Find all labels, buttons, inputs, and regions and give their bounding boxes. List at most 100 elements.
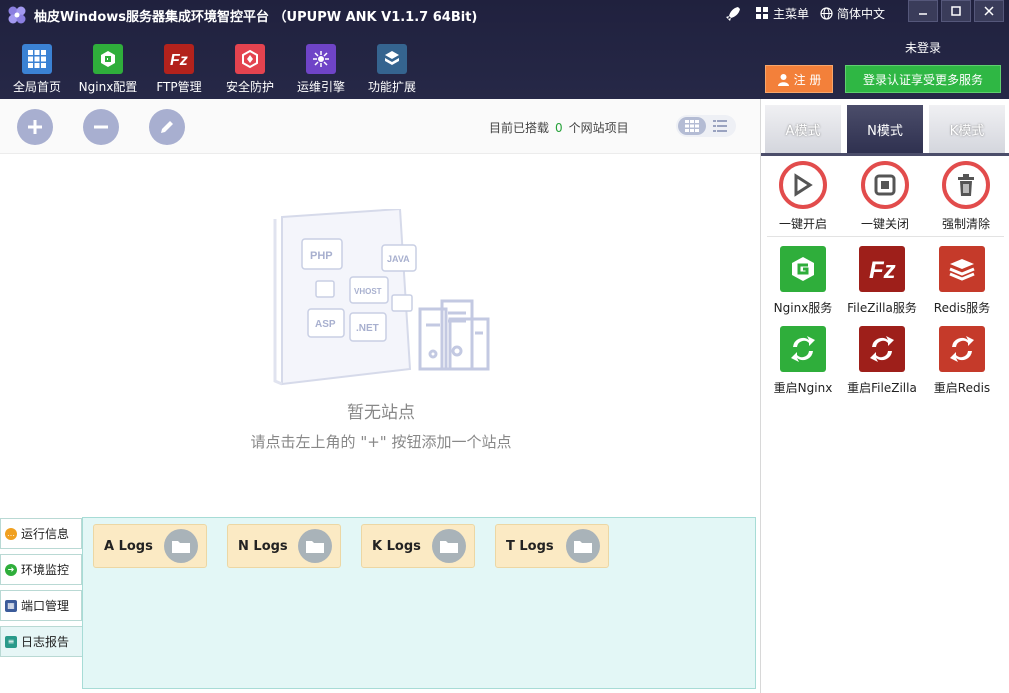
php-label: PHP [310, 250, 333, 262]
mode-strip [761, 153, 1009, 156]
engine-icon [306, 44, 336, 74]
filezilla-icon: Fz [164, 44, 194, 74]
empty-sites-illustration: PHP JAVA VHOST ASP .NET [273, 209, 490, 386]
toolbar-label: FTP管理 [156, 80, 202, 94]
log-label: A Logs [104, 538, 153, 554]
log-label: N Logs [238, 538, 288, 554]
toolbar-extension[interactable]: 功能扩展 [360, 44, 424, 95]
trash-icon [942, 161, 990, 209]
svg-text:Fz: Fz [170, 52, 188, 69]
list-view-button[interactable] [706, 117, 734, 135]
tab-a-mode[interactable]: A模式 [765, 105, 841, 153]
app-logo-icon [8, 6, 26, 24]
language-button[interactable]: 简体中文 [820, 5, 885, 22]
restart-redis-icon [939, 326, 985, 372]
extension-icon [377, 44, 407, 74]
n-logs-button[interactable]: N Logs [227, 524, 341, 568]
control-label: 强制清除 [941, 217, 990, 231]
folder-icon [432, 529, 466, 563]
login-button[interactable]: 登录认证享受更多服务 [845, 65, 1001, 93]
t-logs-button[interactable]: T Logs [495, 524, 609, 568]
tab-k-mode[interactable]: K模式 [929, 105, 1005, 153]
asp-label: ASP [315, 319, 336, 330]
rocket-icon[interactable] [724, 5, 742, 23]
toolbar-engine[interactable]: 运维引擎 [289, 44, 353, 95]
stop-all-button[interactable]: 一键关闭 [845, 161, 925, 232]
toolbar-ftp[interactable]: Fz FTP管理 [147, 44, 211, 95]
folder-icon [298, 529, 332, 563]
bottom-panel: … 运行信息 ➜ 环境监控 ▦ 端口管理 ≡ 日志报告 A Logs N Log… [0, 513, 760, 693]
restart-label: 重启Redis [933, 381, 991, 395]
restart-filezilla-icon [859, 326, 905, 372]
restart-label: 重启Nginx [773, 381, 833, 395]
view-toggle [676, 115, 736, 137]
app-title: 柚皮Windows服务器集成环境智控平台 （UPUPW ANK V1.1.7 6… [34, 10, 478, 25]
dotnet-label: .NET [356, 323, 379, 334]
tab-log-report[interactable]: ≡ 日志报告 [0, 626, 82, 657]
filezilla-icon: Fz [859, 246, 905, 292]
plus-icon [28, 120, 42, 134]
chat-icon: … [5, 527, 17, 540]
toolbar-home[interactable]: 全局首页 [5, 44, 69, 95]
login-status: 未登录 [905, 41, 942, 55]
site-action-bar: 目前已搭载 0 个网站项目 [0, 99, 760, 154]
globe-icon [820, 7, 833, 20]
toolbar-nginx[interactable]: Nginx配置 [76, 44, 140, 95]
site-count-number: 0 [555, 121, 563, 135]
side-tab-label: 端口管理 [21, 599, 70, 613]
grid-view-icon [685, 120, 699, 132]
add-site-button[interactable] [17, 109, 53, 145]
restart-nginx-button[interactable]: 重启Nginx [763, 325, 843, 396]
toolbar-security[interactable]: 安全防护 [218, 44, 282, 95]
app-header: 柚皮Windows服务器集成环境智控平台 （UPUPW ANK V1.1.7 6… [0, 0, 1009, 99]
control-label: 一键关闭 [860, 217, 909, 231]
a-logs-button[interactable]: A Logs [93, 524, 207, 568]
restart-nginx-icon [780, 326, 826, 372]
minimize-button[interactable] [908, 0, 938, 22]
java-label: JAVA [387, 254, 410, 264]
stop-icon [861, 161, 909, 209]
nginx-service-button[interactable]: Nginx服务 [763, 245, 843, 316]
tab-port-manage[interactable]: ▦ 端口管理 [0, 590, 82, 621]
service-label: Nginx服务 [773, 301, 833, 315]
play-icon [779, 161, 827, 209]
restart-redis-button[interactable]: 重启Redis [922, 325, 1002, 396]
filezilla-service-button[interactable]: Fz FileZilla服务 [842, 245, 922, 316]
minimize-icon [919, 13, 927, 15]
restart-filezilla-button[interactable]: 重启FileZilla [842, 325, 922, 396]
vhost-label: VHOST [354, 287, 382, 296]
user-icon [777, 73, 789, 86]
tab-run-info[interactable]: … 运行信息 [0, 518, 82, 549]
log-label: T Logs [506, 538, 554, 554]
toolbar-label: 全局首页 [12, 80, 61, 94]
site-count: 目前已搭载 0 个网站项目 [489, 119, 629, 136]
maximize-button[interactable] [941, 0, 971, 22]
shield-icon [235, 44, 265, 74]
toolbar-label: Nginx配置 [78, 80, 138, 94]
remove-site-button[interactable] [83, 109, 119, 145]
language-label: 简体中文 [837, 7, 886, 21]
start-all-button[interactable]: 一键开启 [763, 161, 843, 232]
tab-n-mode[interactable]: N模式 [847, 105, 923, 153]
side-tab-label: 环境监控 [21, 563, 70, 577]
edit-site-button[interactable] [149, 109, 185, 145]
tab-env-monitor[interactable]: ➜ 环境监控 [0, 554, 82, 585]
maximize-icon [951, 6, 961, 16]
main-menu-button[interactable]: 主菜单 [756, 5, 809, 22]
log-label: K Logs [372, 538, 421, 554]
nginx-icon [93, 44, 123, 74]
port-icon: ▦ [5, 599, 17, 612]
log-panel: A Logs N Logs K Logs T Logs [82, 517, 756, 689]
service-label: FileZilla服务 [847, 301, 917, 315]
grid-view-button[interactable] [678, 117, 706, 135]
folder-icon [566, 529, 600, 563]
k-logs-button[interactable]: K Logs [361, 524, 475, 568]
redis-service-button[interactable]: Redis服务 [922, 245, 1002, 316]
force-clear-button[interactable]: 强制清除 [926, 161, 1006, 232]
register-button[interactable]: 注 册 [765, 65, 833, 93]
document-icon: ≡ [5, 635, 17, 648]
server-icon [418, 299, 490, 371]
close-button[interactable] [974, 0, 1004, 22]
list-view-icon [713, 120, 727, 132]
register-label: 注 册 [793, 72, 822, 87]
